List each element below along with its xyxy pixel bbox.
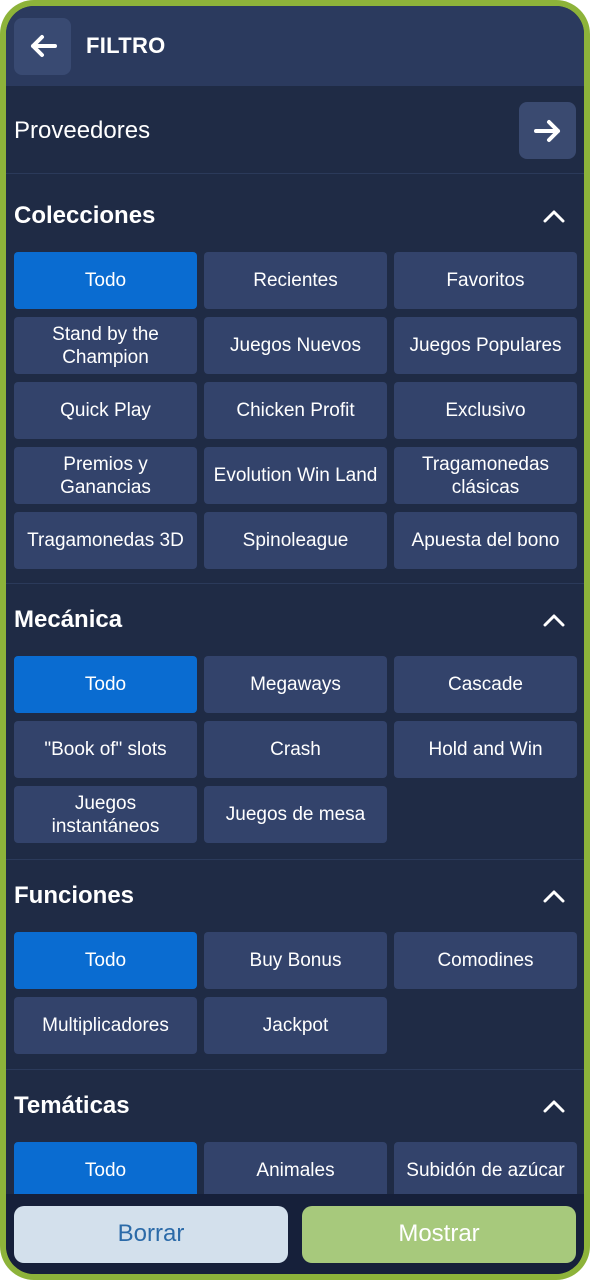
chip-grid: Todo Animales Subidón de azúcar xyxy=(14,1142,577,1194)
section-title: Funciones xyxy=(14,882,135,909)
page-title: FILTRO xyxy=(86,33,166,58)
chip-apuesta-del-bono[interactable]: Apuesta del bono xyxy=(394,512,577,569)
chip-favoritos[interactable]: Favoritos xyxy=(394,252,577,309)
chip-stand-by-the-champion[interactable]: Stand by the Champion xyxy=(14,317,197,374)
chip-todo[interactable]: Todo xyxy=(14,932,197,989)
chip-todo[interactable]: Todo xyxy=(14,656,197,713)
chip-recientes[interactable]: Recientes xyxy=(204,252,387,309)
chip-todo[interactable]: Todo xyxy=(14,252,197,309)
chip-chicken-profit[interactable]: Chicken Profit xyxy=(204,382,387,439)
section-header[interactable]: Temáticas xyxy=(14,1070,576,1142)
chip-juegos-nuevos[interactable]: Juegos Nuevos xyxy=(204,317,387,374)
arrow-right-icon xyxy=(533,119,560,142)
screen: FILTRO Proveedores Colecciones Todo Reci… xyxy=(6,6,584,1274)
providers-label: Proveedores xyxy=(14,116,151,144)
footer: Borrar Mostrar xyxy=(6,1194,584,1274)
section-title: Temáticas xyxy=(14,1092,130,1119)
chip-cascade[interactable]: Cascade xyxy=(394,656,577,713)
chip-buy-bonus[interactable]: Buy Bonus xyxy=(204,932,387,989)
chip-multiplicadores[interactable]: Multiplicadores xyxy=(14,997,197,1054)
section-header[interactable]: Colecciones xyxy=(14,180,576,252)
chevron-up-icon[interactable] xyxy=(540,606,568,634)
providers-row[interactable]: Proveedores xyxy=(6,88,584,174)
show-button[interactable]: Mostrar xyxy=(302,1205,576,1263)
chip-book-of-slots[interactable]: "Book of" slots xyxy=(14,721,197,778)
section-header[interactable]: Mecánica xyxy=(14,584,576,656)
chip-juegos-de-mesa[interactable]: Juegos de mesa xyxy=(204,786,387,843)
section-title: Colecciones xyxy=(14,202,156,229)
section-mecanica: Mecánica Todo Megaways Cascade "Book of"… xyxy=(6,584,584,860)
chip-jackpot[interactable]: Jackpot xyxy=(204,997,387,1054)
chip-subidon-de-azucar[interactable]: Subidón de azúcar xyxy=(394,1142,577,1194)
chip-tragamonedas-clasicas[interactable]: Tragamonedas clásicas xyxy=(394,447,577,504)
chip-exclusivo[interactable]: Exclusivo xyxy=(394,382,577,439)
section-title: Mecánica xyxy=(14,606,123,633)
chip-premios-y-ganancias[interactable]: Premios y Ganancias xyxy=(14,447,197,504)
chevron-up-icon[interactable] xyxy=(540,882,568,910)
chip-juegos-populares[interactable]: Juegos Populares xyxy=(394,317,577,374)
chip-quick-play[interactable]: Quick Play xyxy=(14,382,197,439)
section-colecciones: Colecciones Todo Recientes Favoritos Sta… xyxy=(6,180,584,584)
chip-megaways[interactable]: Megaways xyxy=(204,656,387,713)
chip-hold-and-win[interactable]: Hold and Win xyxy=(394,721,577,778)
chip-comodines[interactable]: Comodines xyxy=(394,932,577,989)
chevron-up-icon[interactable] xyxy=(540,1092,568,1120)
chip-evolution-win-land[interactable]: Evolution Win Land xyxy=(204,447,387,504)
chip-todo[interactable]: Todo xyxy=(14,1142,197,1194)
chevron-up-icon[interactable] xyxy=(540,202,568,230)
back-button[interactable] xyxy=(14,17,71,75)
chip-crash[interactable]: Crash xyxy=(204,721,387,778)
section-funciones: Funciones Todo Buy Bonus Comodines Multi… xyxy=(6,860,584,1070)
chip-spinoleague[interactable]: Spinoleague xyxy=(204,512,387,569)
chip-grid: Todo Buy Bonus Comodines Multiplicadores… xyxy=(14,932,577,1054)
header: FILTRO xyxy=(6,6,584,86)
section-header[interactable]: Funciones xyxy=(14,860,576,932)
device-frame: FILTRO Proveedores Colecciones Todo Reci… xyxy=(0,0,590,1280)
chip-animales[interactable]: Animales xyxy=(204,1142,387,1194)
chip-grid: Todo Recientes Favoritos Stand by the Ch… xyxy=(14,252,577,569)
clear-button[interactable]: Borrar xyxy=(14,1205,288,1263)
arrow-left-icon xyxy=(30,35,57,57)
chip-tragamonedas-3d[interactable]: Tragamonedas 3D xyxy=(14,512,197,569)
providers-button[interactable] xyxy=(519,102,576,159)
chip-grid: Todo Megaways Cascade "Book of" slots Cr… xyxy=(14,656,577,843)
section-tematicas: Temáticas Todo Animales Subidón de azúca… xyxy=(6,1070,584,1194)
chip-juegos-instantaneos[interactable]: Juegos instantáneos xyxy=(14,786,197,843)
